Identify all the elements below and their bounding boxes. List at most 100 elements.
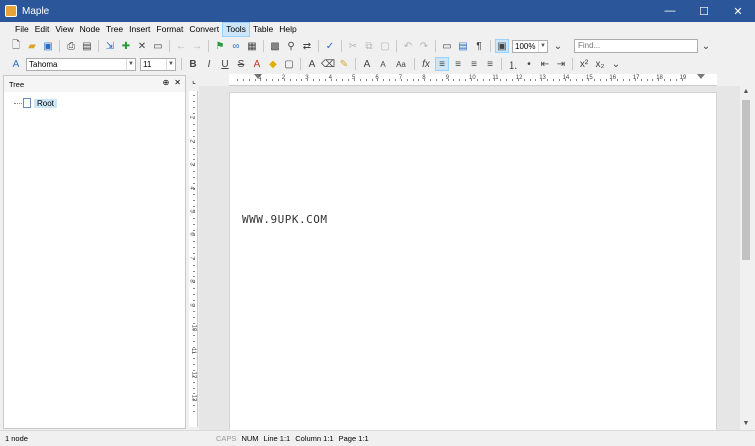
image-icon[interactable]: ▩ <box>268 39 282 53</box>
replace-icon[interactable]: ⇄ <box>300 39 314 53</box>
minimize-button[interactable]: — <box>653 0 687 22</box>
scroll-thumb[interactable] <box>742 100 750 260</box>
status-node-count: 1 node <box>5 434 28 443</box>
subscript-icon[interactable]: x₂ <box>593 57 607 71</box>
font-dialog-icon[interactable]: A <box>305 57 319 71</box>
horizontal-ruler[interactable]: 1 2 3 4 5 6 7 8 9 10 11 12 13 14 15 16 17 18 19 <box>229 74 717 86</box>
align-center-icon[interactable]: ≡ <box>451 57 465 71</box>
link-icon[interactable]: ∞ <box>229 39 243 53</box>
tree-node-label[interactable]: Root <box>34 98 57 108</box>
save-icon[interactable]: ▣ <box>41 39 55 53</box>
underline-icon[interactable]: U <box>218 57 232 71</box>
document-page[interactable]: WWW.9UPK.COM <box>229 92 717 432</box>
add-node-icon[interactable]: ✚ <box>119 39 133 53</box>
back-arrow-icon[interactable]: ← <box>174 39 188 53</box>
zoom-combo[interactable]: 100% ▼ <box>512 39 548 53</box>
layout-icon[interactable]: ▤ <box>456 39 470 53</box>
menu-format[interactable]: Format <box>153 23 186 36</box>
export-icon[interactable]: ⇲ <box>103 39 117 53</box>
chevron-down-icon[interactable]: ⌄ <box>609 57 623 71</box>
redo-icon[interactable]: ↷ <box>417 39 431 53</box>
copy-icon[interactable]: ⧉ <box>362 39 376 53</box>
pin-icon[interactable]: ⊕ <box>163 78 170 87</box>
page-setup-icon[interactable]: ▭ <box>440 39 454 53</box>
font-name-combo[interactable]: Tahoma ▼ <box>26 57 136 71</box>
highlight-icon[interactable]: ◆ <box>266 57 280 71</box>
border-icon[interactable]: ▢ <box>282 57 296 71</box>
align-right-icon[interactable]: ≡ <box>467 57 481 71</box>
change-case-icon[interactable]: Aa <box>392 57 410 71</box>
paste-icon[interactable]: ▢ <box>378 39 392 53</box>
spellcheck-icon[interactable]: ✓ <box>323 39 337 53</box>
menu-file[interactable]: File <box>12 23 32 36</box>
ruler-tick <box>576 79 578 81</box>
maximize-button[interactable]: ☐ <box>687 0 721 22</box>
ruler-corner[interactable]: ⌞ <box>189 74 199 86</box>
menu-tree[interactable]: Tree <box>103 23 126 36</box>
justify-icon[interactable]: ≡ <box>483 57 497 71</box>
vertical-scrollbar[interactable]: ▲ ▼ <box>740 86 752 430</box>
zoom-fit-icon[interactable]: ▣ <box>495 39 509 53</box>
ruler-number: 11 <box>492 75 499 81</box>
cut-icon[interactable]: ✂ <box>346 39 360 53</box>
strikethrough-icon[interactable]: S <box>234 57 248 71</box>
undo-icon[interactable]: ↶ <box>401 39 415 53</box>
italic-icon[interactable]: I <box>202 57 216 71</box>
ruler-tick <box>193 276 195 278</box>
delete-node-icon[interactable]: ✕ <box>135 39 149 53</box>
menu-table[interactable]: Table <box>250 23 276 36</box>
numbered-list-icon[interactable]: ⒈ <box>506 57 520 72</box>
grow-font-icon[interactable]: A <box>360 57 374 71</box>
chevron-down-icon[interactable]: ⌄ <box>551 39 565 53</box>
find-input[interactable]: Find... <box>574 39 698 53</box>
chevron-down-icon[interactable]: ⌄ <box>699 39 713 53</box>
increase-indent-icon[interactable]: ⇥ <box>554 57 568 71</box>
scroll-down-icon[interactable]: ▼ <box>740 418 752 430</box>
ruler-tick <box>193 293 195 295</box>
menu-convert[interactable]: Convert <box>186 23 222 36</box>
font-size-combo[interactable]: 11 ▼ <box>140 57 176 71</box>
close-button[interactable]: ✕ <box>721 0 755 22</box>
menu-node[interactable]: Node <box>77 23 103 36</box>
ruler-tick <box>628 79 630 81</box>
ruler-tick <box>193 206 195 208</box>
ruler-tick <box>599 79 601 81</box>
table-icon[interactable]: ▦ <box>245 39 259 53</box>
pilcrow-icon[interactable]: ¶ <box>472 39 486 53</box>
align-left-icon[interactable]: ≡ <box>435 57 449 71</box>
tree-node-root[interactable]: Root <box>14 98 57 108</box>
ruler-tick <box>547 79 549 81</box>
scroll-up-icon[interactable]: ▲ <box>740 86 752 98</box>
function-icon[interactable]: fx <box>419 57 433 71</box>
forward-arrow-icon[interactable]: → <box>190 39 204 53</box>
bookmark-icon[interactable]: ⚑ <box>213 39 227 53</box>
new-file-icon[interactable]: 🗋 <box>9 39 23 53</box>
ruler-number: 9 <box>189 302 195 307</box>
ruler-tick <box>365 79 367 81</box>
bullet-list-icon[interactable]: • <box>522 57 536 71</box>
print-preview-icon[interactable]: ▤ <box>80 39 94 53</box>
close-icon[interactable]: ✕ <box>174 78 181 87</box>
open-folder-icon[interactable]: ▰ <box>25 39 39 53</box>
menu-view[interactable]: View <box>52 23 76 36</box>
superscript-icon[interactable]: x² <box>577 57 591 71</box>
shrink-font-icon[interactable]: A <box>376 57 390 71</box>
ruler-tick <box>482 79 484 81</box>
menu-help[interactable]: Help <box>276 23 299 36</box>
bold-icon[interactable]: B <box>186 57 200 71</box>
document-text[interactable]: WWW.9UPK.COM <box>242 213 327 226</box>
right-indent-marker[interactable] <box>697 74 705 79</box>
print-icon[interactable]: ⎙ <box>64 39 78 53</box>
ruler-tick <box>193 200 195 202</box>
clear-format-icon[interactable]: ⌫ <box>321 57 335 71</box>
decrease-indent-icon[interactable]: ⇤ <box>538 57 552 71</box>
format-painter-icon[interactable]: ✎ <box>337 57 351 71</box>
menu-insert[interactable]: Insert <box>126 23 153 36</box>
menu-tools[interactable]: Tools <box>222 22 250 37</box>
ruler-tick <box>193 410 195 412</box>
rename-node-icon[interactable]: ▭ <box>151 39 165 53</box>
binoculars-icon[interactable]: ⚲ <box>284 39 298 53</box>
font-style-icon[interactable]: A <box>9 57 23 71</box>
menu-edit[interactable]: Edit <box>32 23 53 36</box>
font-color-icon[interactable]: A <box>250 57 264 71</box>
